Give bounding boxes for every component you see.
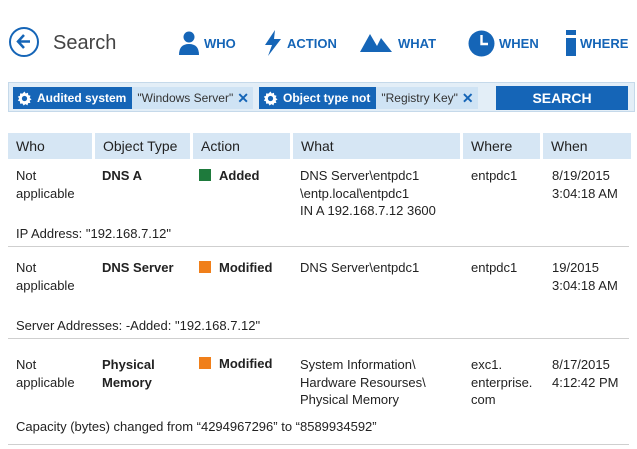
modified-status-icon [199, 261, 211, 273]
object-type-cell: Physical Memory [102, 357, 155, 390]
filter-chip-audited-system[interactable]: Audited system "Windows Server" ✕ [13, 87, 253, 109]
page-title: Search [53, 32, 117, 54]
remove-filter-icon[interactable]: ✕ [462, 90, 474, 107]
person-icon [178, 31, 200, 55]
filter-value: "Windows Server" [137, 91, 234, 105]
column-header-who[interactable]: Who [8, 133, 92, 159]
where-icon [566, 30, 576, 56]
nav-where-label: WHERE [580, 35, 629, 51]
lightning-icon [263, 30, 283, 56]
when-cell: 8/19/2015 3:04:18 AM [552, 168, 618, 201]
row-detail: IP Address: "192.168.7.12" [16, 226, 171, 241]
top-bar: Search WHO ACTION WHAT WHEN WHERE [0, 0, 637, 80]
filter-value: "Registry Key" [381, 91, 458, 105]
nav-what[interactable]: WHAT [360, 28, 436, 58]
column-header-action[interactable]: Action [193, 133, 290, 159]
column-header-what[interactable]: What [293, 133, 460, 159]
what-cell: System Information\ Hardware Resourses\ Ph… [300, 357, 426, 407]
nav-what-label: WHAT [398, 35, 437, 51]
nav-when-label: WHEN [499, 35, 539, 51]
table-row[interactable]: Not applicable DNS A Added DNS Server\ent… [8, 160, 629, 247]
nav-when[interactable]: WHEN [468, 28, 539, 58]
who-cell: Not applicable [16, 357, 75, 390]
object-type-cell: DNS A [102, 168, 142, 183]
column-header-where[interactable]: Where [463, 133, 540, 159]
clock-icon [468, 30, 495, 57]
action-cell: Modified [199, 259, 272, 277]
table-row[interactable]: Not applicable Physical Memory Modified Sy… [8, 348, 629, 445]
who-cell: Not applicable [16, 168, 75, 201]
gear-icon [263, 90, 278, 106]
filter-bar: Audited system "Windows Server" ✕ Object… [8, 82, 635, 112]
modified-status-icon [199, 357, 211, 369]
back-arrow-icon [16, 34, 30, 49]
filter-label: Audited system [37, 91, 127, 105]
filter-label: Object type not [283, 91, 371, 105]
row-detail: Server Addresses: -Added: "192.168.7.12" [16, 318, 261, 333]
object-type-cell: DNS Server [102, 260, 174, 275]
table-header: Who Object Type Action What Where When [8, 133, 631, 159]
shapes-icon [360, 32, 394, 54]
back-button[interactable] [9, 27, 39, 57]
what-cell: DNS Server\entpdc1 [300, 260, 420, 275]
filter-chip-object-type[interactable]: Object type not "Registry Key" ✕ [259, 87, 478, 109]
when-cell: 8/17/2015 4:12:42 PM [552, 357, 619, 390]
nav-action[interactable]: ACTION [263, 28, 337, 58]
gear-icon [17, 90, 32, 106]
where-cell: entpdc1 [471, 168, 518, 183]
column-header-object-type[interactable]: Object Type [95, 133, 190, 159]
nav-who-label: WHO [204, 35, 236, 51]
added-status-icon [199, 169, 211, 181]
table-row[interactable]: Not applicable DNS Server Modified DNS Se… [8, 252, 629, 339]
nav-where[interactable]: WHERE [566, 28, 628, 58]
search-button[interactable]: SEARCH [496, 86, 628, 110]
when-cell: 19/2015 3:04:18 AM [552, 260, 618, 293]
nav-who[interactable]: WHO [178, 28, 236, 58]
where-cell: exc1. enterprise. com [471, 357, 533, 407]
row-detail: Capacity (bytes) changed from “429496729… [16, 419, 377, 434]
nav-action-label: ACTION [287, 35, 337, 51]
action-cell: Modified [199, 355, 272, 373]
remove-filter-icon[interactable]: ✕ [237, 90, 249, 107]
column-header-when[interactable]: When [543, 133, 631, 159]
action-cell: Added [199, 167, 259, 185]
where-cell: entpdc1 [471, 260, 518, 275]
what-cell: DNS Server\entpdc1 \entp.local\entpdc1 IN … [300, 168, 436, 218]
who-cell: Not applicable [16, 260, 75, 293]
